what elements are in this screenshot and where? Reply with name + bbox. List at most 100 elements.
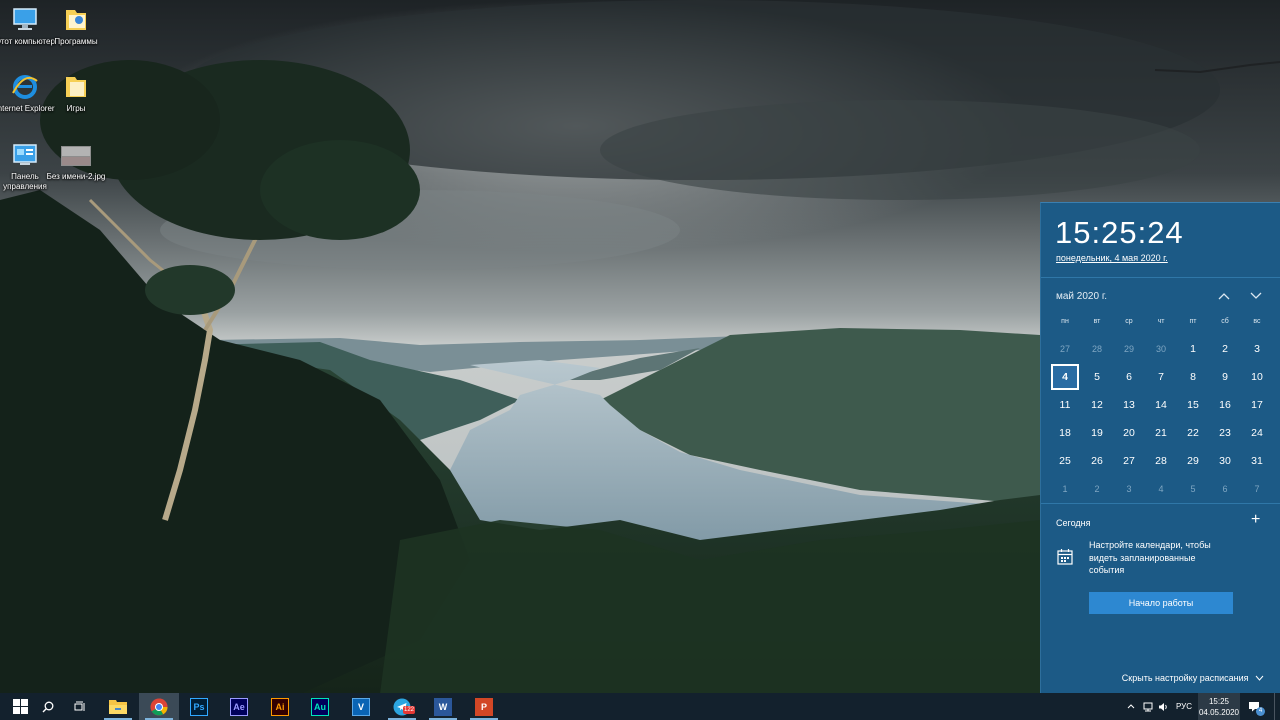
powerpoint-icon: P <box>475 697 493 716</box>
tray-network-button[interactable] <box>1140 693 1154 720</box>
calendar-day[interactable]: 28 <box>1145 448 1177 474</box>
weekday-header: сб <box>1221 318 1229 325</box>
taskbar-app-telegram[interactable]: 122 <box>382 693 422 720</box>
weekday-header: вс <box>1253 318 1261 325</box>
calendar-day[interactable]: 29 <box>1177 448 1209 474</box>
calendar-day[interactable]: 8 <box>1177 364 1209 390</box>
taskbar-app-v[interactable]: V <box>341 693 381 720</box>
desktop-icon-games[interactable]: Игры <box>45 73 107 114</box>
network-icon <box>1143 702 1152 711</box>
calendar-day[interactable]: 24 <box>1241 420 1273 446</box>
calendar-day[interactable]: 19 <box>1081 420 1113 446</box>
taskbar-app-powerpoint[interactable]: P <box>464 693 504 720</box>
calendar-day[interactable]: 30 <box>1209 448 1241 474</box>
taskbar-app-file-explorer[interactable] <box>98 693 138 720</box>
weekday-header: ср <box>1125 318 1133 325</box>
tray-overflow-button[interactable] <box>1124 693 1138 720</box>
folder-icon <box>66 77 86 97</box>
hide-agenda-button[interactable]: Скрыть настройку расписания <box>1122 673 1264 683</box>
taskbar-app-word[interactable]: W <box>423 693 463 720</box>
calendar-day[interactable]: 6 <box>1113 364 1145 390</box>
notification-count-badge: 4 <box>1256 707 1265 716</box>
calendar-day[interactable]: 21 <box>1145 420 1177 446</box>
calendar-day[interactable]: 1 <box>1049 476 1081 502</box>
chevron-down-icon <box>1255 675 1264 681</box>
calendar-day[interactable]: 14 <box>1145 392 1177 418</box>
after-effects-icon: Ae <box>230 697 248 716</box>
calendar-day[interactable]: 17 <box>1241 392 1273 418</box>
get-started-button[interactable]: Начало работы <box>1089 592 1233 614</box>
this-pc-icon <box>13 8 37 30</box>
calendar-day[interactable]: 3 <box>1241 336 1273 362</box>
tray-date: 04.05.2020 <box>1198 707 1240 717</box>
task-view-button[interactable] <box>60 693 100 720</box>
calendar-day[interactable]: 12 <box>1081 392 1113 418</box>
desktop-icon-image-file[interactable]: Без имени-2.jpg <box>45 141 107 182</box>
taskbar-app-chrome[interactable] <box>139 693 179 720</box>
control-panel-icon <box>13 144 37 165</box>
folder-icon <box>109 700 127 714</box>
calendar-day[interactable]: 3 <box>1113 476 1145 502</box>
agenda-message: Настройте календари, чтобы видеть заплан… <box>1089 540 1211 575</box>
tray-clock-text: 15:25 04.05.2020 <box>1199 696 1239 718</box>
calendar-day-today[interactable]: 4 <box>1051 364 1079 390</box>
calendar-day[interactable]: 15 <box>1177 392 1209 418</box>
calendar-day[interactable]: 18 <box>1049 420 1081 446</box>
calendar-flyout: 15:25:24 понедельник, 4 мая 2020 г. май … <box>1040 202 1280 693</box>
calendar-day[interactable]: 20 <box>1113 420 1145 446</box>
folder-icon <box>66 10 86 30</box>
calendar-day[interactable]: 30 <box>1145 336 1177 362</box>
calendar-day[interactable]: 27 <box>1049 336 1081 362</box>
calendar-day[interactable]: 9 <box>1209 364 1241 390</box>
calendar-day[interactable]: 7 <box>1241 476 1273 502</box>
calendar-day[interactable]: 29 <box>1113 336 1145 362</box>
taskbar-app-after-effects[interactable]: Ae <box>219 693 259 720</box>
tray-clock[interactable]: 15:25 04.05.2020 <box>1198 693 1240 720</box>
taskbar-app-audition[interactable]: Au <box>300 693 340 720</box>
next-month-button[interactable] <box>1245 286 1267 306</box>
telegram-badge: 122 <box>403 706 416 714</box>
show-desktop-button[interactable] <box>1274 693 1280 720</box>
calendar-day[interactable]: 1 <box>1177 336 1209 362</box>
divider <box>1041 503 1280 504</box>
illustrator-icon: Ai <box>271 697 289 716</box>
calendar-day[interactable]: 5 <box>1081 364 1113 390</box>
calendar-day[interactable]: 16 <box>1209 392 1241 418</box>
calendar-day[interactable]: 28 <box>1081 336 1113 362</box>
desktop-icon-label: Программы <box>54 37 98 46</box>
calendar-day[interactable]: 4 <box>1145 476 1177 502</box>
windows-logo-icon <box>12 699 28 714</box>
calendar-day[interactable]: 23 <box>1209 420 1241 446</box>
v-app-icon: V <box>352 697 370 716</box>
taskbar-app-illustrator[interactable]: Ai <box>260 693 300 720</box>
hide-agenda-label: Скрыть настройку расписания <box>1121 673 1249 683</box>
tray-time: 15:25 <box>1208 696 1229 706</box>
tray-language-button[interactable]: РУС <box>1172 693 1196 720</box>
previous-month-button[interactable] <box>1213 286 1235 306</box>
clock-date-link[interactable]: понедельник, 4 мая 2020 г. <box>1056 253 1168 263</box>
calendar-day[interactable]: 22 <box>1177 420 1209 446</box>
calendar-day[interactable]: 2 <box>1209 336 1241 362</box>
desktop-icon-programs[interactable]: Программы <box>45 6 107 47</box>
calendar-day[interactable]: 25 <box>1049 448 1081 474</box>
weekday-header: вт <box>1093 318 1101 325</box>
taskbar-app-photoshop[interactable]: Ps <box>179 693 219 720</box>
calendar-day[interactable]: 6 <box>1209 476 1241 502</box>
calendar-day[interactable]: 7 <box>1145 364 1177 390</box>
action-center-button[interactable]: 4 <box>1242 693 1266 720</box>
calendar-day[interactable]: 10 <box>1241 364 1273 390</box>
calendar-day[interactable]: 27 <box>1113 448 1145 474</box>
calendar-day[interactable]: 2 <box>1081 476 1113 502</box>
calendar-day[interactable]: 26 <box>1081 448 1113 474</box>
calendar-day[interactable]: 5 <box>1177 476 1209 502</box>
calendar-day[interactable]: 13 <box>1113 392 1145 418</box>
tray-volume-button[interactable] <box>1156 693 1170 720</box>
photoshop-icon: Ps <box>190 697 208 716</box>
desktop-icon-label: Без имени-2.jpg <box>46 172 106 181</box>
word-icon: W <box>434 697 452 716</box>
month-label[interactable]: май 2020 г. <box>1056 291 1107 302</box>
calendar-day[interactable]: 11 <box>1049 392 1081 418</box>
search-icon <box>42 701 54 712</box>
calendar-day[interactable]: 31 <box>1241 448 1273 474</box>
add-event-button[interactable]: + <box>1251 512 1260 528</box>
